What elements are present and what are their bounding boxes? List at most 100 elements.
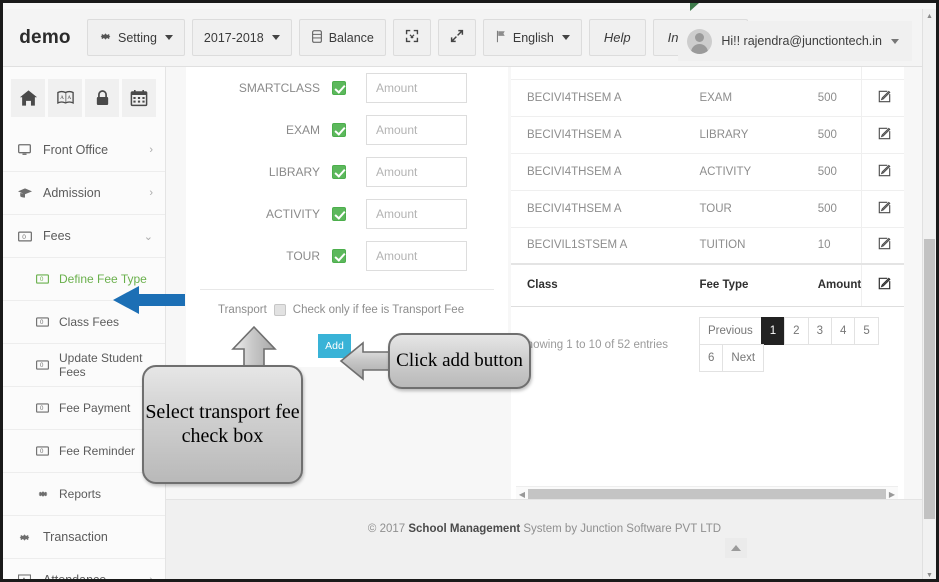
- sidebar-item-attendance[interactable]: Attendance ›: [3, 559, 165, 579]
- amount-input[interactable]: [366, 73, 467, 103]
- edit-icon[interactable]: [861, 153, 904, 191]
- cell-fee-type: TUITION: [683, 227, 802, 265]
- graduation-cap-icon: [17, 187, 32, 199]
- chevron-right-icon: ›: [149, 144, 153, 156]
- sidebar-item-label: Front Office: [43, 143, 109, 157]
- sidebar-item-label: Fee Reminder: [59, 444, 136, 458]
- table-row[interactable]: BECIVI4THSEM A ACTIVITY 500: [511, 153, 904, 191]
- amount-input[interactable]: [366, 199, 467, 229]
- fee-type-label: ACTIVITY: [265, 207, 320, 221]
- browser-scroll-thumb[interactable]: [924, 239, 935, 519]
- fee-type-checkbox[interactable]: [332, 123, 346, 137]
- transport-checkbox[interactable]: [273, 304, 286, 316]
- fee-type-checkbox[interactable]: [332, 81, 346, 95]
- fee-type-checkbox[interactable]: [332, 249, 346, 263]
- page-6[interactable]: 6: [699, 343, 724, 372]
- scroll-to-top-button[interactable]: [725, 538, 747, 558]
- fee-type-label: SMARTCLASS: [238, 81, 320, 95]
- table-row[interactable]: BECIVI4THSEM A TOUR 500: [511, 190, 904, 228]
- table-horizontal-scrollbar[interactable]: ◀ ▶: [516, 486, 898, 499]
- page-5[interactable]: 5: [854, 316, 879, 345]
- edit-icon[interactable]: [861, 116, 904, 154]
- transport-fee-row: Transport Check only if fee is Transport…: [186, 290, 508, 316]
- table-row[interactable]: BECIVI4THSEM A SMARTCLASS 500: [511, 67, 904, 80]
- page-2[interactable]: 2: [784, 316, 809, 345]
- scroll-up-icon[interactable]: ▲: [923, 9, 936, 23]
- flag-icon: [495, 30, 507, 46]
- chevron-down-icon: [891, 38, 899, 44]
- form-row-exam: EXAM: [186, 109, 508, 151]
- transport-label: Transport: [218, 304, 267, 316]
- scroll-left-icon[interactable]: ◀: [516, 490, 528, 499]
- quick-book-button[interactable]: AA: [48, 79, 82, 117]
- edit-icon[interactable]: [861, 227, 904, 265]
- table-row[interactable]: BECIVI4THSEM A LIBRARY 500: [511, 116, 904, 154]
- compress-button[interactable]: [392, 19, 431, 56]
- quick-home-button[interactable]: [11, 79, 45, 117]
- sidebar-quick-icons: AA: [3, 67, 165, 129]
- svg-text:A: A: [60, 95, 64, 101]
- page-next[interactable]: Next: [722, 343, 765, 372]
- page-1[interactable]: 1: [760, 316, 786, 345]
- edit-icon[interactable]: [861, 79, 904, 117]
- quick-lock-button[interactable]: [85, 79, 119, 117]
- gear-icon: [35, 488, 50, 500]
- avatar: [687, 28, 713, 54]
- browser-scrollbar[interactable]: ▲ ▼: [922, 9, 936, 579]
- edit-icon[interactable]: [861, 67, 904, 80]
- sidebar-item-transaction[interactable]: Transaction: [3, 516, 165, 559]
- page-3[interactable]: 3: [807, 316, 832, 345]
- footer-copyright: © 2017 School Management System by Junct…: [166, 500, 923, 535]
- money-icon: 0: [35, 360, 50, 370]
- amount-input[interactable]: [366, 115, 467, 145]
- page-4[interactable]: 4: [830, 316, 856, 345]
- chevron-down-icon: [561, 35, 570, 40]
- column-header-class: Class: [511, 263, 684, 307]
- table-row[interactable]: BECIVIL1STSEM A TUITION 10: [511, 227, 904, 265]
- expand-button[interactable]: [437, 19, 476, 56]
- money-icon: 0: [35, 274, 50, 284]
- class-fees-table-panel: BECIVI4THSEM A SMARTCLASS 500 BECIVI4THS…: [511, 67, 904, 499]
- sidebar-item-reports[interactable]: Reports: [3, 473, 165, 516]
- cell-fee-type: TOUR: [683, 190, 802, 228]
- fee-type-checkbox[interactable]: [332, 165, 346, 179]
- entries-summary: Showing 1 to 10 of 52 entries: [519, 338, 668, 351]
- session-button[interactable]: 2017-2018: [191, 19, 292, 56]
- app-window: demo Setting 2017-2018 Balance English H…: [0, 0, 939, 582]
- money-icon: 0: [35, 403, 50, 413]
- help-button[interactable]: Help: [588, 19, 646, 56]
- sidebar-item-front-office[interactable]: Front Office ›: [3, 129, 165, 172]
- setting-button[interactable]: Setting: [87, 19, 185, 56]
- scroll-down-icon[interactable]: ▼: [923, 568, 936, 579]
- form-row-tour: TOUR: [186, 235, 508, 277]
- balance-label: Balance: [328, 30, 374, 45]
- scroll-right-icon[interactable]: ▶: [886, 490, 898, 499]
- form-row-library: LIBRARY: [186, 151, 508, 193]
- sidebar-item-fee-payment[interactable]: 0 Fee Payment: [3, 387, 165, 430]
- language-button[interactable]: English: [482, 19, 582, 56]
- monitor-icon: [17, 144, 32, 156]
- user-menu[interactable]: Hi!! rajendra@junctiontech.in: [678, 21, 912, 61]
- svg-text:A: A: [67, 95, 71, 101]
- table-row[interactable]: BECIVI4THSEM A EXAM 500: [511, 79, 904, 117]
- page-previous[interactable]: Previous: [699, 316, 762, 345]
- fee-type-checkbox[interactable]: [332, 207, 346, 221]
- cell-fee-type: EXAM: [683, 79, 802, 117]
- svg-text:0: 0: [40, 406, 44, 412]
- edit-icon[interactable]: [861, 190, 904, 228]
- sidebar-item-label: Fee Payment: [59, 401, 131, 415]
- svg-text:0: 0: [22, 233, 26, 240]
- quick-calendar-button[interactable]: [122, 79, 156, 117]
- amount-input[interactable]: [366, 157, 467, 187]
- sidebar-item-update-student-fees[interactable]: 0 Update Student Fees: [3, 344, 165, 387]
- sidebar-item-admission[interactable]: Admission ›: [3, 172, 165, 215]
- cell-amount: 500: [801, 116, 862, 154]
- cell-class: BECIVI4THSEM A: [511, 116, 684, 154]
- cell-amount: 500: [801, 67, 862, 80]
- scroll-thumb[interactable]: [528, 488, 886, 499]
- sidebar-item-fee-reminder[interactable]: 0 Fee Reminder: [3, 430, 165, 473]
- amount-input[interactable]: [366, 241, 467, 271]
- sidebar-item-fees[interactable]: 0 Fees ⌄: [3, 215, 165, 258]
- chevron-right-icon: ›: [149, 187, 153, 199]
- balance-button[interactable]: Balance: [298, 19, 386, 56]
